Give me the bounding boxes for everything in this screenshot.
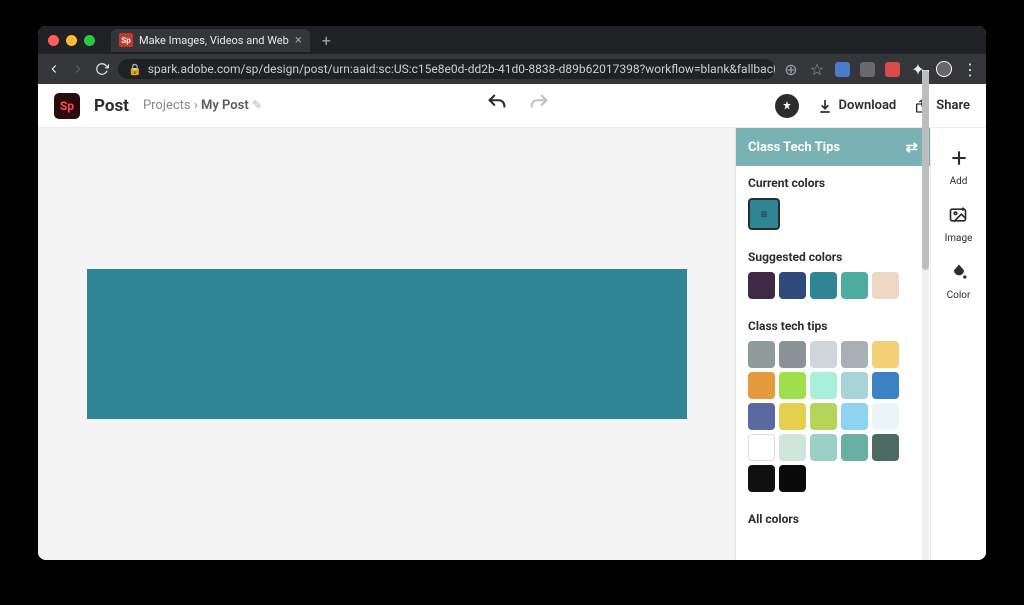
section-title-brand: Class tech tips <box>748 319 918 333</box>
section-title-all: All colors <box>748 512 918 526</box>
image-tool[interactable]: Image <box>945 205 973 244</box>
lock-icon: 🔒 <box>128 63 142 76</box>
breadcrumb-current[interactable]: My Post <box>201 98 249 113</box>
paintdrop-icon <box>949 262 969 287</box>
header-actions: Download Share <box>775 94 970 118</box>
add-tool[interactable]: Add <box>949 148 969 187</box>
color-swatch[interactable] <box>810 341 837 368</box>
share-label: Share <box>936 98 970 113</box>
color-panel: Class Tech Tips ⇄ Current colors Suggest… <box>735 128 930 560</box>
swap-palette-icon[interactable]: ⇄ <box>905 138 918 156</box>
color-swatch[interactable] <box>872 341 899 368</box>
all-colors-section: All colors <box>736 502 930 534</box>
suggested-colors-section: Suggested colors <box>736 240 930 309</box>
color-swatch[interactable] <box>841 341 868 368</box>
workspace: Class Tech Tips ⇄ Current colors Suggest… <box>38 128 986 560</box>
url-input[interactable]: 🔒 spark.adobe.com/sp/design/post/urn:aai… <box>118 59 775 79</box>
redo-button[interactable] <box>528 92 550 120</box>
section-title-current: Current colors <box>748 176 918 190</box>
profile-avatar[interactable] <box>936 61 952 77</box>
section-title-suggested: Suggested colors <box>748 250 918 264</box>
panel-scrollbar[interactable] <box>922 128 929 560</box>
app-mode-label: Post <box>94 96 129 116</box>
color-swatch[interactable] <box>872 434 899 461</box>
app-header: Sp Post Projects › My Post ✎ Download <box>38 84 986 128</box>
image-label: Image <box>945 233 973 244</box>
header-center <box>276 92 761 120</box>
maximize-window-button[interactable] <box>84 35 95 46</box>
color-label: Color <box>947 290 971 301</box>
undo-button[interactable] <box>486 92 508 120</box>
color-swatch[interactable] <box>841 272 868 299</box>
spark-logo[interactable]: Sp <box>54 93 80 119</box>
color-swatch[interactable] <box>872 403 899 430</box>
extension-icon-2[interactable] <box>860 62 875 77</box>
download-button[interactable]: Download <box>817 98 897 114</box>
canvas-area[interactable] <box>38 128 735 560</box>
color-swatch[interactable] <box>748 372 775 399</box>
color-swatch[interactable] <box>841 434 868 461</box>
color-swatch[interactable] <box>779 465 806 492</box>
tab-close-icon[interactable]: × <box>295 33 302 48</box>
site-info-icon[interactable]: ⊕ <box>783 61 799 77</box>
breadcrumb-root[interactable]: Projects <box>143 98 191 113</box>
color-swatch[interactable] <box>779 272 806 299</box>
browser-extensions: ⊕ ☆ ✦ ⋮ <box>783 61 978 77</box>
tab-title: Make Images, Videos and Web <box>139 34 289 47</box>
color-swatch[interactable] <box>841 372 868 399</box>
image-icon <box>948 205 968 230</box>
color-swatch[interactable] <box>810 403 837 430</box>
browser-menu-icon[interactable]: ⋮ <box>962 61 978 77</box>
color-swatch[interactable] <box>779 341 806 368</box>
browser-tabbar: Sp Make Images, Videos and Web × + <box>38 26 986 54</box>
url-text: spark.adobe.com/sp/design/post/urn:aaid:… <box>148 62 775 76</box>
color-swatch[interactable] <box>810 434 837 461</box>
color-swatch[interactable] <box>748 434 775 461</box>
color-swatch[interactable] <box>872 272 899 299</box>
color-swatch[interactable] <box>810 272 837 299</box>
new-tab-button[interactable]: + <box>316 31 337 50</box>
tab-favicon: Sp <box>119 33 133 47</box>
panel-title: Class Tech Tips <box>748 140 840 155</box>
current-colors-section: Current colors <box>736 166 930 240</box>
breadcrumb[interactable]: Projects › My Post ✎ <box>143 98 262 113</box>
window-controls <box>48 35 95 46</box>
reload-icon[interactable] <box>94 61 110 77</box>
edit-title-icon[interactable]: ✎ <box>252 98 262 112</box>
canvas[interactable] <box>87 269 687 419</box>
color-swatch[interactable] <box>748 465 775 492</box>
color-swatch[interactable] <box>872 372 899 399</box>
extension-icon-1[interactable] <box>835 62 850 77</box>
browser-window: Sp Make Images, Videos and Web × + 🔒 spa… <box>38 26 986 560</box>
color-tool[interactable]: Color <box>947 262 971 301</box>
breadcrumb-sep: › <box>194 98 201 113</box>
color-swatch[interactable] <box>748 341 775 368</box>
minimize-window-button[interactable] <box>66 35 77 46</box>
premium-button[interactable] <box>775 94 799 118</box>
download-label: Download <box>839 98 897 113</box>
color-swatch[interactable] <box>810 372 837 399</box>
scrollbar-thumb[interactable] <box>922 128 929 270</box>
current-color-swatch[interactable] <box>748 198 780 230</box>
side-toolbar: Add Image Color <box>930 128 986 560</box>
close-window-button[interactable] <box>48 35 59 46</box>
add-label: Add <box>950 176 968 187</box>
panel-header: Class Tech Tips ⇄ <box>736 128 930 166</box>
color-swatch[interactable] <box>748 272 775 299</box>
nav-forward-icon[interactable] <box>70 61 86 77</box>
color-swatch[interactable] <box>779 403 806 430</box>
brand-colors-section: Class tech tips <box>736 309 930 502</box>
color-swatch[interactable] <box>779 372 806 399</box>
nav-back-icon[interactable] <box>46 61 62 77</box>
bookmark-icon[interactable]: ☆ <box>809 61 825 77</box>
color-swatch[interactable] <box>779 434 806 461</box>
extension-icon-3[interactable] <box>885 62 900 77</box>
browser-urlbar: 🔒 spark.adobe.com/sp/design/post/urn:aai… <box>38 54 986 84</box>
browser-tab[interactable]: Sp Make Images, Videos and Web × <box>111 29 310 52</box>
color-swatch[interactable] <box>748 403 775 430</box>
plus-icon <box>949 148 969 173</box>
color-swatch[interactable] <box>841 403 868 430</box>
